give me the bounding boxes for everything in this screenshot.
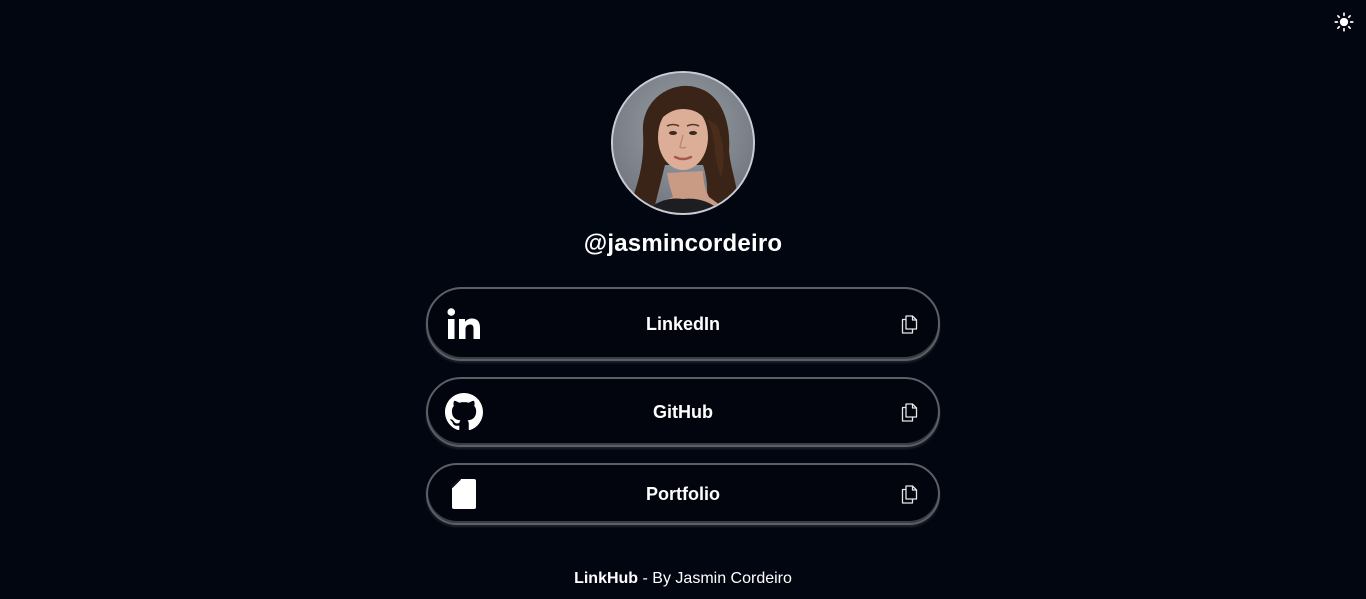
footer: LinkHub - By Jasmin Cordeiro bbox=[0, 570, 1366, 588]
footer-brand: LinkHub bbox=[574, 570, 639, 587]
copy-icon[interactable] bbox=[898, 482, 922, 506]
copy-icon[interactable] bbox=[898, 400, 922, 424]
link-github[interactable]: GitHub bbox=[426, 377, 940, 447]
link-label: Portfolio bbox=[646, 483, 720, 504]
avatar-photo bbox=[613, 73, 753, 213]
page: @jasmincordeiro LinkedIn GitHub Portfoli… bbox=[0, 0, 1366, 599]
link-linkedin[interactable]: LinkedIn bbox=[426, 287, 940, 361]
sun-icon bbox=[1334, 12, 1354, 32]
copy-icon[interactable] bbox=[898, 312, 922, 336]
footer-separator: - By bbox=[638, 570, 676, 587]
links-list: LinkedIn GitHub Portfolio bbox=[426, 287, 940, 525]
link-label: GitHub bbox=[653, 401, 713, 422]
profile-handle: @jasmincordeiro bbox=[583, 230, 783, 257]
footer-author: Jasmin Cordeiro bbox=[675, 570, 792, 587]
document-icon bbox=[444, 474, 484, 514]
link-label: LinkedIn bbox=[645, 313, 720, 334]
theme-toggle-button[interactable] bbox=[1332, 10, 1356, 34]
link-portfolio[interactable]: Portfolio bbox=[426, 463, 940, 525]
linkedin-icon bbox=[444, 304, 484, 344]
avatar bbox=[611, 71, 755, 215]
github-icon bbox=[444, 392, 484, 432]
